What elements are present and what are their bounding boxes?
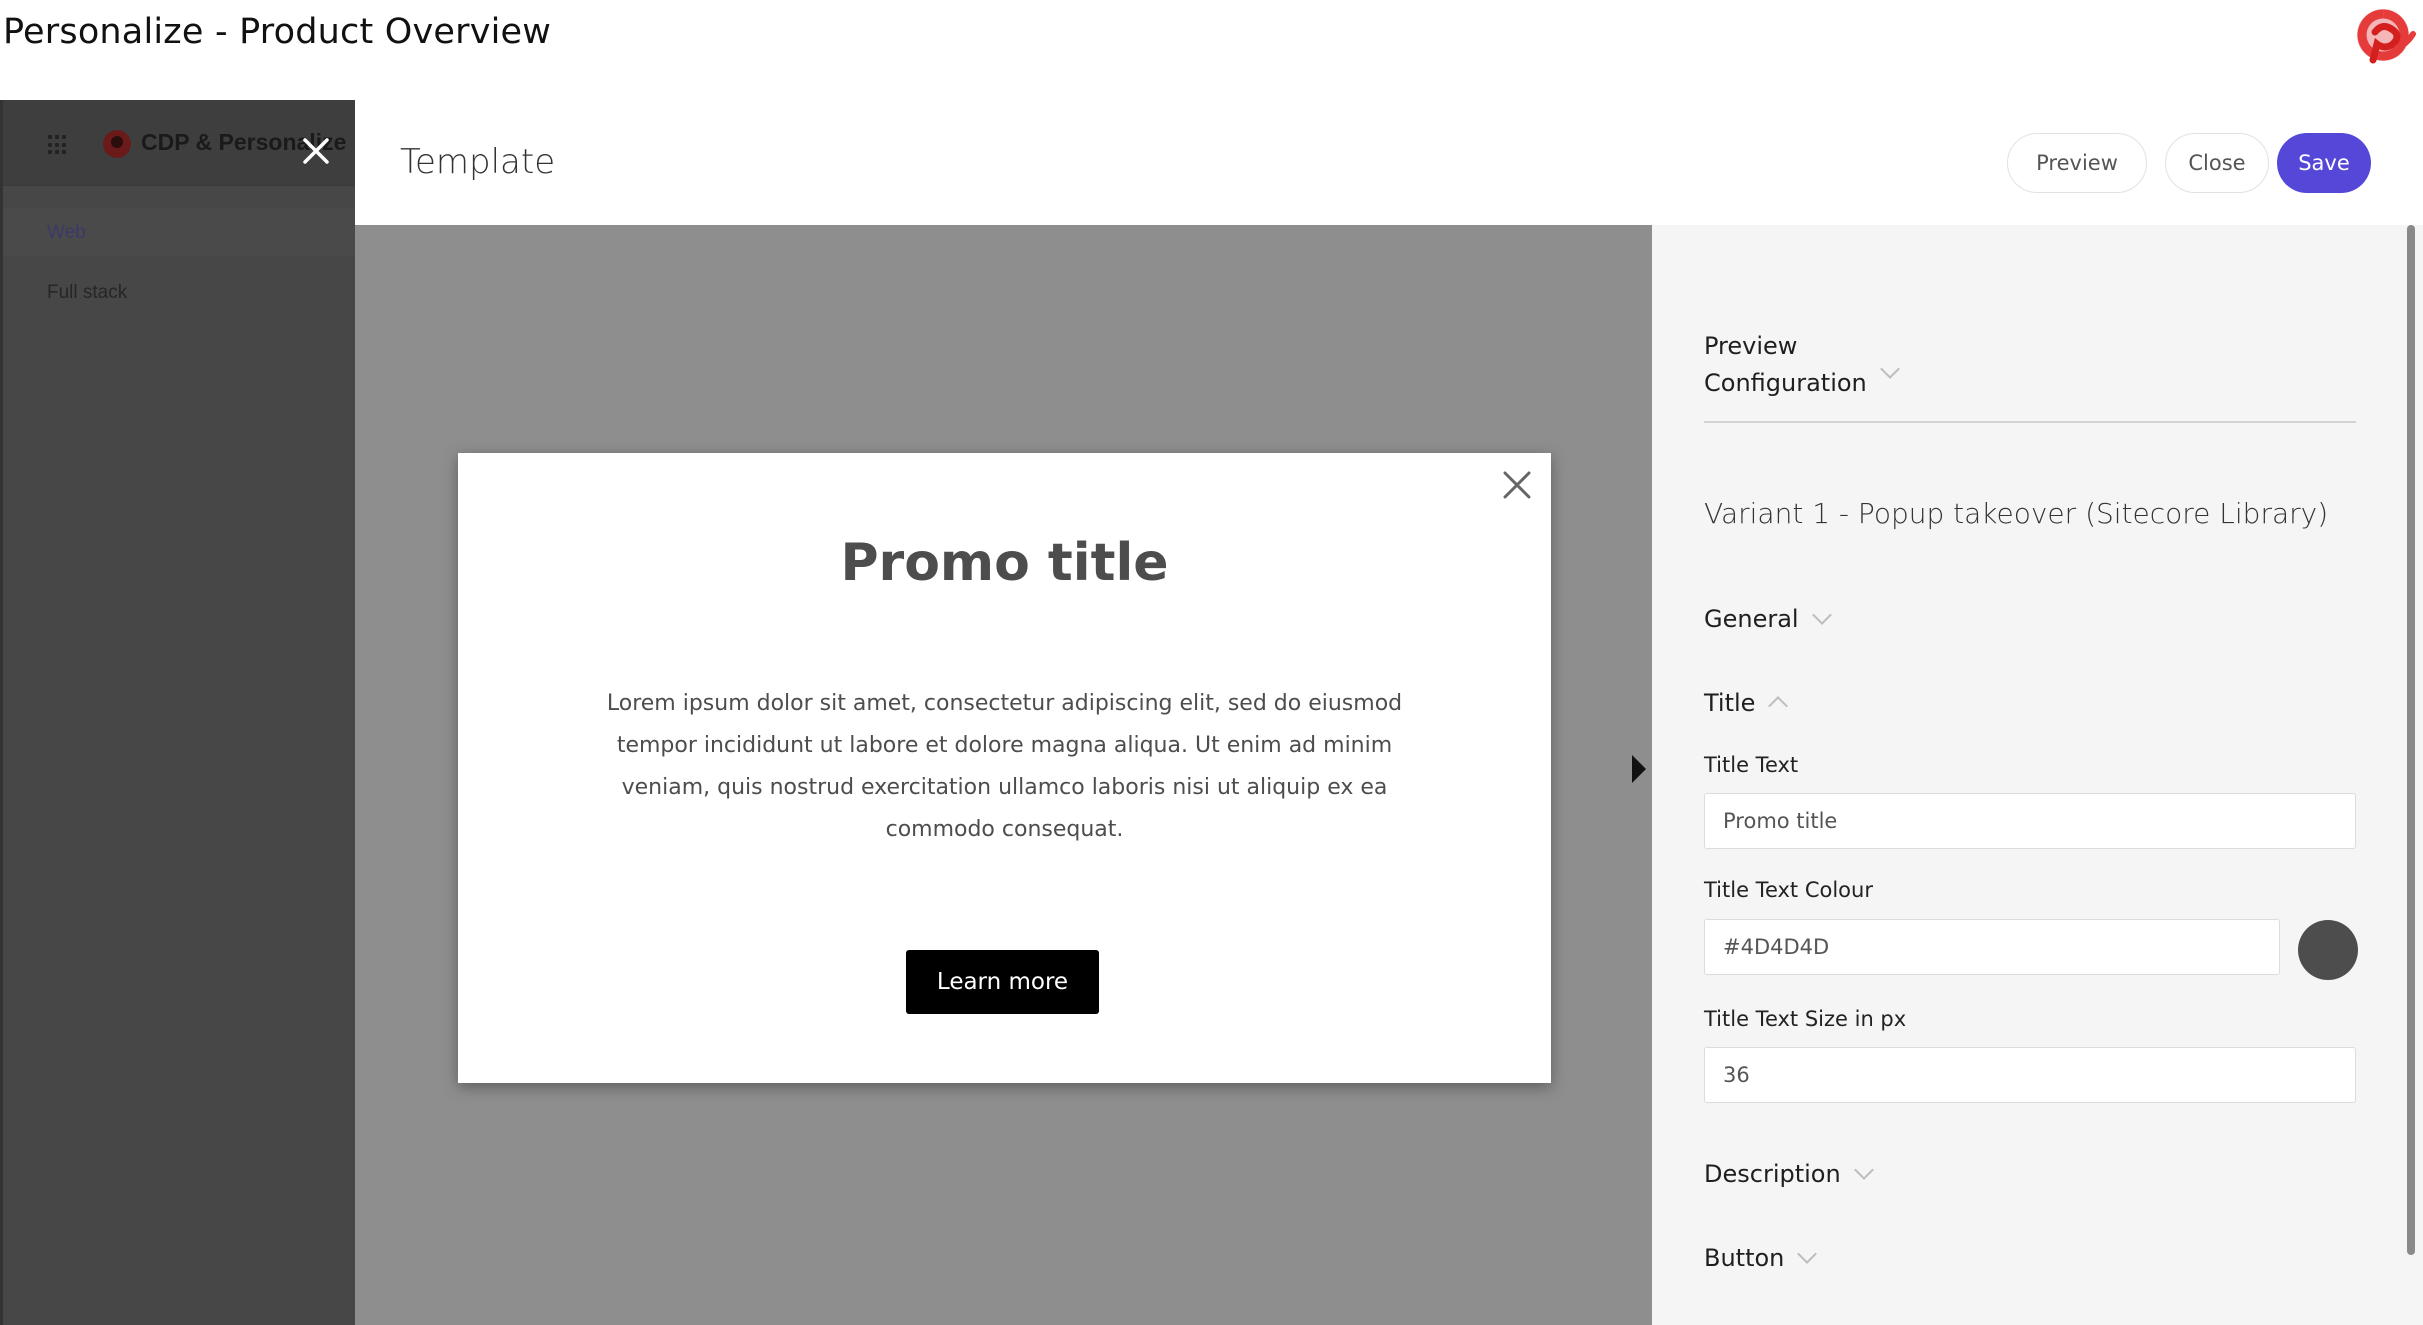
learn-more-button[interactable]: Learn more [906, 950, 1099, 1014]
promo-description: Lorem ipsum dolor sit amet, consectetur … [606, 691, 1403, 842]
sidebar-header: CDP & Personalize [3, 100, 355, 186]
section-general[interactable]: General [1704, 605, 1832, 633]
colour-swatch[interactable] [2298, 920, 2358, 980]
close-icon[interactable] [301, 136, 331, 166]
chevron-up-icon [1768, 696, 1789, 716]
template-title: Template [400, 142, 556, 182]
section-button[interactable]: Button [1704, 1244, 1818, 1272]
personalize-logo-icon [2357, 9, 2416, 64]
page-title: Personalize - Product Overview [3, 12, 552, 52]
sidebar-item-full-stack[interactable]: Full stack [47, 282, 127, 304]
template-header: Template Preview Close Save [355, 100, 2423, 225]
save-button[interactable]: Save [2277, 133, 2371, 193]
app-switcher-icon[interactable] [48, 135, 68, 155]
chevron-down-icon [1811, 605, 1832, 625]
product-icon [103, 130, 131, 158]
divider [1704, 421, 2356, 423]
config-panel: Preview Configuration Variant 1 - Popup … [1652, 225, 2423, 1325]
title-text-label: Title Text [1704, 753, 1799, 777]
popup-preview: Promo title Lorem ipsum dolor sit amet, … [458, 453, 1551, 1083]
section-title[interactable]: Title [1704, 689, 1789, 717]
popup-close-icon[interactable] [1501, 469, 1533, 501]
close-button[interactable]: Close [2165, 133, 2269, 193]
section-button-label: Button [1704, 1244, 1785, 1272]
chevron-down-icon [1797, 1244, 1818, 1264]
chevron-down-icon [1879, 359, 1900, 379]
preview-canvas: Promo title Lorem ipsum dolor sit amet, … [355, 225, 1652, 1325]
title-colour-label: Title Text Colour [1704, 878, 1873, 902]
preview-config-line1: Preview [1704, 332, 1798, 360]
section-general-label: General [1704, 605, 1799, 633]
preview-button[interactable]: Preview [2007, 133, 2147, 193]
section-description[interactable]: Description [1704, 1160, 1874, 1188]
title-colour-input[interactable] [1704, 919, 2280, 975]
title-text-input[interactable] [1704, 793, 2356, 849]
section-title-label: Title [1704, 689, 1756, 717]
sidebar: CDP & Personalize Web Full stack [0, 100, 355, 1325]
panel-toggle-arrow-icon[interactable] [1632, 755, 1646, 783]
chevron-down-icon [1853, 1160, 1874, 1180]
preview-configuration-toggle[interactable]: Preview Configuration [1704, 328, 1900, 402]
promo-title: Promo title [840, 533, 1169, 593]
sidebar-item-web[interactable]: Web [47, 222, 86, 244]
section-description-label: Description [1704, 1160, 1841, 1188]
panel-scrollbar[interactable] [2407, 225, 2415, 1255]
title-size-label: Title Text Size in px [1704, 1007, 1907, 1031]
preview-config-line2: Configuration [1704, 369, 1867, 397]
title-size-input[interactable] [1704, 1047, 2356, 1103]
variant-name: Variant 1 - Popup takeover (Sitecore Lib… [1704, 497, 2329, 530]
